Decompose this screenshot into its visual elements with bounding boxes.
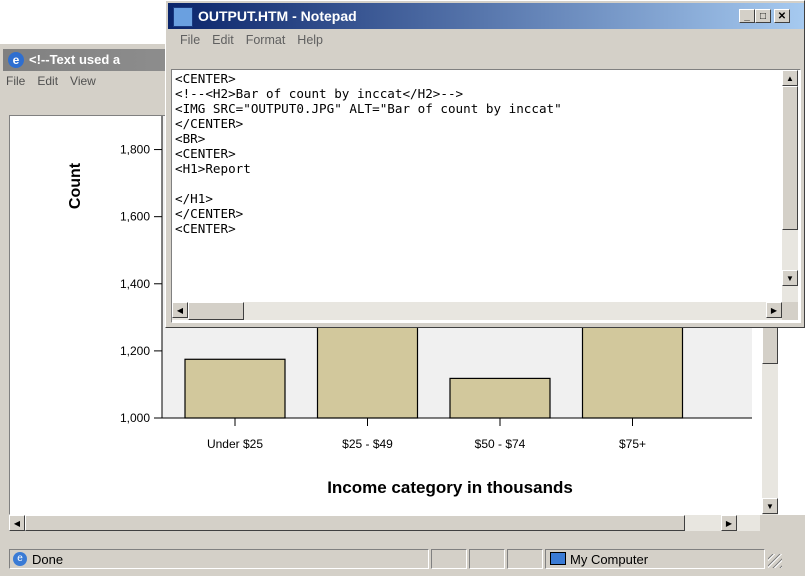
close-button[interactable]: ✕ (774, 9, 790, 23)
minimize-button[interactable]: _ (739, 9, 755, 23)
x-tick-label: Under $25 (207, 437, 263, 451)
notepad-hscrollbar[interactable]: ◀ ▶ (172, 302, 782, 320)
status-panel-1 (431, 549, 467, 569)
browser-status-bar: e Done My Computer (0, 546, 805, 576)
computer-icon (550, 552, 566, 565)
notepad-menu-edit[interactable]: Edit (212, 33, 234, 47)
page-done-icon: e (13, 552, 27, 566)
status-panel-3 (507, 549, 543, 569)
notepad-menu-help[interactable]: Help (297, 33, 323, 47)
bar (184, 358, 286, 419)
notepad-menu-file[interactable]: File (180, 33, 200, 47)
browser-hscroll-left-arrow[interactable]: ◀ (9, 515, 25, 531)
notepad-hscroll-right-arrow[interactable]: ▶ (766, 302, 782, 318)
y-axis-label: Count (67, 162, 84, 209)
browser-menu-edit[interactable]: Edit (37, 74, 58, 88)
browser-hscroll-thumb[interactable] (25, 515, 685, 531)
resize-grip[interactable] (768, 554, 782, 568)
browser-hscroll-right-arrow[interactable]: ▶ (721, 515, 737, 531)
x-tick-label: $75+ (619, 437, 646, 451)
status-zone-panel: My Computer (545, 549, 765, 569)
bar (449, 377, 551, 419)
maximize-button[interactable]: □ (755, 9, 771, 23)
notepad-hscroll-left-arrow[interactable]: ◀ (172, 302, 188, 318)
notepad-window: OUTPUT.HTM - Notepad _ □ ✕ File Edit Forma… (165, 0, 805, 328)
zone-text: My Computer (570, 552, 649, 567)
browser-menu-file[interactable]: File (6, 74, 25, 88)
ie-icon: e (8, 52, 24, 68)
notepad-vscroll-up-arrow[interactable]: ▲ (782, 70, 798, 86)
browser-menu-view[interactable]: View (70, 74, 96, 88)
browser-title: <!--Text used a (29, 52, 121, 67)
bar (581, 320, 684, 419)
y-tick-label: 1,000 (120, 411, 150, 425)
notepad-text-area[interactable]: <CENTER> <!--<H2>Bar of count by inccat<… (171, 69, 801, 323)
y-tick-label: 1,400 (120, 277, 150, 291)
y-tick-label: 1,600 (120, 210, 150, 224)
status-panel-2 (469, 549, 505, 569)
notepad-icon (173, 7, 193, 27)
browser-vscroll-down-arrow[interactable]: ▼ (762, 498, 778, 514)
status-text: Done (32, 552, 64, 567)
y-tick-label: 1,200 (120, 344, 150, 358)
notepad-title-bar[interactable]: OUTPUT.HTM - Notepad _ □ ✕ (168, 3, 804, 29)
notepad-menu-bar: File Edit Format Help (180, 33, 335, 53)
x-axis-label: Income category in thousands (327, 478, 573, 497)
status-main-panel: e Done (9, 549, 429, 569)
x-tick-label: $50 - $74 (475, 437, 526, 451)
browser-hscrollbar[interactable]: ◀ ▶ (9, 515, 760, 531)
bar (316, 320, 419, 419)
notepad-hscroll-thumb[interactable] (188, 302, 244, 320)
x-tick-label: $25 - $49 (342, 437, 393, 451)
notepad-vscrollbar[interactable]: ▲ ▼ (782, 70, 798, 302)
notepad-vscroll-down-arrow[interactable]: ▼ (782, 270, 798, 286)
notepad-size-grip[interactable] (782, 302, 798, 320)
browser-menu-bar: File Edit View (6, 74, 108, 92)
notepad-menu-format[interactable]: Format (246, 33, 286, 47)
notepad-title: OUTPUT.HTM - Notepad (198, 8, 357, 24)
notepad-text[interactable]: <CENTER> <!--<H2>Bar of count by inccat<… (175, 71, 562, 236)
y-tick-label: 1,800 (120, 143, 150, 157)
notepad-vscroll-thumb[interactable] (782, 86, 798, 230)
